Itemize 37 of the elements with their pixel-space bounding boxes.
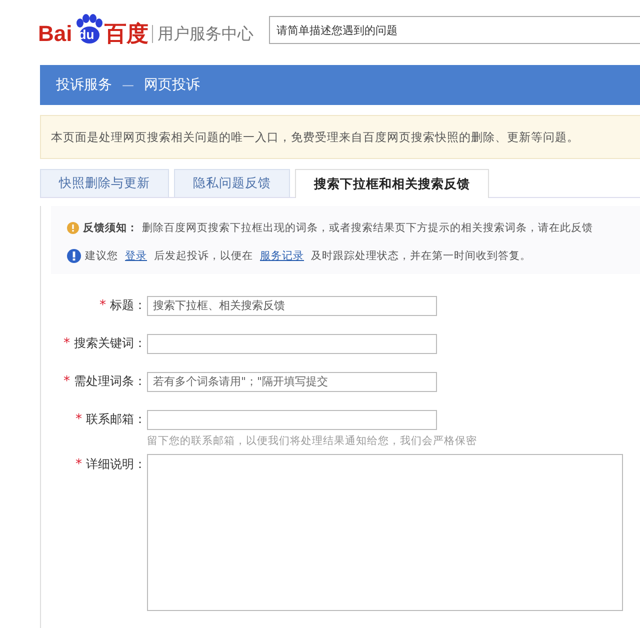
search-field[interactable]: 请简单描述您遇到的问题 (269, 16, 640, 44)
intro-notice: 本页面是处理网页搜索相关问题的唯一入口，免费受理来自百度网页搜索快照的删除、更新等问题。 (40, 115, 640, 159)
required-mark: * (100, 298, 106, 312)
field-label: 搜索关键词： (74, 334, 146, 352)
field-label: 需处理词条： (74, 372, 146, 390)
input-field[interactable] (147, 410, 437, 430)
notice-label: 反馈须知： (83, 221, 138, 235)
text-area[interactable] (147, 454, 623, 610)
notice-text: 及时跟踪处理状态，并在第一时间收到答复。 (311, 249, 531, 263)
required-mark: * (76, 457, 82, 472)
tab[interactable]: 隐私问题反馈 (174, 169, 290, 197)
field-label: 标题： (110, 296, 146, 314)
field-label: 联系邮箱： (86, 410, 146, 428)
logo-text: 百度 (104, 22, 148, 46)
link[interactable]: 服务记录 (260, 249, 304, 263)
breadcrumb-item: — (122, 78, 134, 92)
link[interactable]: 登录 (125, 249, 147, 263)
logo-text: Bai (38, 22, 72, 46)
tab[interactable]: 搜索下拉框和相关搜索反馈 (295, 169, 489, 198)
breadcrumb-item[interactable]: 投诉服务 (56, 76, 112, 94)
input-field[interactable]: 若有多个词条请用"；"隔开填写提交 (147, 372, 437, 392)
required-mark: * (64, 374, 70, 388)
tab[interactable]: 快照删除与更新 (40, 169, 169, 197)
logo-text: du (78, 28, 94, 42)
notice-text: 删除百度网页搜索下拉框出现的词条，或者搜索结果页下方提示的相关搜索词条，请在此反馈 (142, 221, 593, 235)
input-field[interactable] (147, 334, 437, 354)
info-icon (67, 249, 81, 263)
field-hint: 留下您的联系邮箱，以便我们将处理结果通知给您，我们会严格保密 (147, 434, 477, 448)
warning-icon (67, 222, 79, 234)
breadcrumb-item[interactable]: 网页投诉 (144, 76, 200, 94)
required-mark: * (76, 412, 82, 426)
required-mark: * (64, 336, 70, 350)
field-label: 详细说明： (86, 456, 146, 473)
notice-text: 建议您 (85, 249, 118, 263)
notice-text: 后发起投诉，以便在 (154, 249, 253, 263)
input-field[interactable]: 搜索下拉框、相关搜索反馈 (147, 296, 437, 316)
site-title: 用户服务中心 (152, 25, 254, 43)
